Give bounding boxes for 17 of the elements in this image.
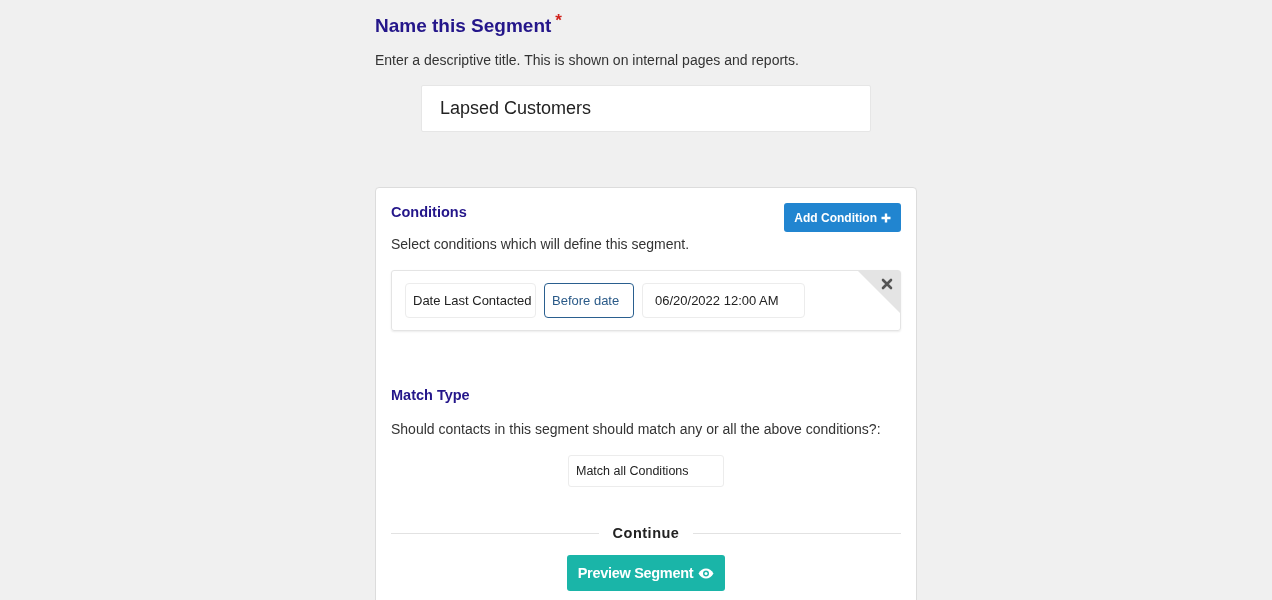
conditions-description: Select conditions which will define this segment. bbox=[391, 235, 691, 254]
conditions-title: Conditions bbox=[391, 203, 467, 221]
remove-condition-button[interactable] bbox=[858, 271, 900, 313]
match-type-select[interactable]: Match all Conditions bbox=[568, 455, 724, 487]
add-condition-button[interactable]: Add Condition bbox=[784, 203, 901, 232]
name-input-field[interactable]: Lapsed Customers bbox=[421, 85, 871, 132]
plus-icon bbox=[881, 212, 891, 223]
condition-field[interactable]: Date Last Contacted bbox=[405, 283, 536, 318]
condition-field[interactable]: 06/20/2022 12:00 AM bbox=[642, 283, 805, 318]
section-title: Name this Segment bbox=[375, 14, 552, 38]
continue-label: Continue bbox=[612, 524, 680, 543]
match-type-title: Match Type bbox=[391, 386, 471, 404]
description-text: Enter a descriptive title. This is shown on internal pages and reports. bbox=[375, 51, 800, 70]
condition-field[interactable]: Before date bbox=[544, 283, 634, 318]
required-mark: * bbox=[555, 14, 562, 28]
match-type-description: Should contacts in this segment should match any or all the above conditions?: bbox=[391, 420, 882, 439]
eye-icon bbox=[698, 567, 715, 579]
